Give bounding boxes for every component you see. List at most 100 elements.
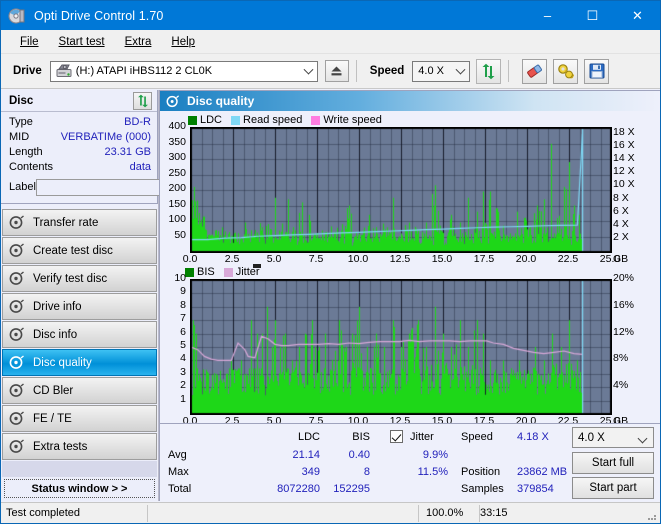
eraser-button[interactable] xyxy=(522,58,548,84)
sidebar-item-label: Transfer rate xyxy=(33,216,99,229)
toolbar: Drive (H:) ATAPI iHBS112 2 CL0K Speed 4.… xyxy=(1,54,660,89)
x-axis-tick: 10.0 xyxy=(347,253,369,265)
disc-test-icon xyxy=(9,243,26,258)
elapsed-time: 33:15 xyxy=(480,507,508,519)
x-axis-tick: 20.0 xyxy=(515,253,537,265)
y-axis-tick: 10 xyxy=(174,272,186,284)
y-axis-tick: 6 xyxy=(180,325,186,338)
speed-label: Speed xyxy=(369,65,405,77)
progress-percent: 100.0% xyxy=(426,507,464,519)
y-axis-tick: 300 xyxy=(168,151,186,163)
main-panel: Disc quality LDC Read speed Write speed BI… xyxy=(159,90,660,501)
sidebar-item-extra-tests[interactable]: Extra tests xyxy=(2,433,157,460)
stats-avg-jitter: 9.9% xyxy=(422,449,448,461)
y2-axis-tick: 16% xyxy=(613,298,635,311)
sidebar-item-label: Disc info xyxy=(33,328,78,341)
y-axis-tick: 50 xyxy=(174,228,186,241)
start-full-button[interactable]: Start full xyxy=(572,452,654,474)
sidebar-item-disc-quality[interactable]: Disc quality xyxy=(2,349,157,376)
legend-swatch xyxy=(188,115,197,125)
disc-test-icon xyxy=(9,299,26,314)
window-controls: – ☐ ✕ xyxy=(525,1,660,30)
legend-entry: Read speed xyxy=(231,114,302,126)
disc-row-type-key: Type xyxy=(9,116,33,128)
x-axis-tick: 17.5 xyxy=(473,253,495,265)
sidebar-item-drive-info[interactable]: Drive info xyxy=(2,293,157,320)
sidebar-item-transfer-rate[interactable]: Transfer rate xyxy=(2,209,157,236)
x-axis-unit: GB xyxy=(613,253,629,265)
y-axis-tick: 250 xyxy=(168,166,186,179)
refresh-button[interactable] xyxy=(476,58,502,84)
stats-speed-value: 4.18 X xyxy=(517,431,549,443)
speed-value: 4.0 X xyxy=(418,65,444,77)
minimize-button[interactable]: – xyxy=(525,1,570,30)
maximize-button[interactable]: ☐ xyxy=(570,1,615,30)
close-button[interactable]: ✕ xyxy=(615,1,660,30)
y-axis-tick: 1 xyxy=(180,392,186,405)
menu-help[interactable]: Help xyxy=(161,34,205,50)
sidebar-item-label: Drive info xyxy=(33,300,82,313)
test-speed-select[interactable]: 4.0 X xyxy=(572,427,654,448)
stats-position-value: 23862 MB xyxy=(517,466,568,478)
legend-label: Write speed xyxy=(323,114,382,126)
drive-select[interactable]: (H:) ATAPI iHBS112 2 CL0K xyxy=(49,60,318,82)
legend-entry: BIS xyxy=(185,266,215,278)
x-axis-tick: 0.0 xyxy=(182,253,198,265)
disc-row-length: Length 23.31 GB xyxy=(9,145,151,160)
stats-avg-bis: 0.40 xyxy=(348,449,370,461)
status-message: Test completed xyxy=(6,507,80,519)
sidebar-item-label: FE / TE xyxy=(33,412,72,425)
sidebar-item-label: CD Bler xyxy=(33,384,74,397)
sidebar-item-disc-info[interactable]: Disc info xyxy=(2,321,157,348)
disc-row-length-key: Length xyxy=(9,146,43,158)
disc-test-icon xyxy=(9,383,26,398)
key-button[interactable] xyxy=(553,58,579,84)
disc-refresh-button[interactable] xyxy=(133,92,152,110)
legend-label: LDC xyxy=(200,114,223,126)
disc-test-icon xyxy=(166,94,180,108)
start-part-button[interactable]: Start part xyxy=(572,477,654,499)
x-axis-tick: 22.5 xyxy=(557,253,579,265)
menu-start-test[interactable]: Start test xyxy=(49,34,115,50)
menu-file-label: File xyxy=(20,35,39,48)
y-axis-tick: 5 xyxy=(180,339,186,351)
stats-total-bis: 152295 xyxy=(333,483,370,495)
menu-extra[interactable]: Extra xyxy=(115,34,162,50)
disc-label-key: Label xyxy=(9,181,36,193)
sidebar-item-fe-te[interactable]: FE / TE xyxy=(2,405,157,432)
y2-axis-tick: 18 X xyxy=(613,125,635,138)
jitter-checkbox[interactable] xyxy=(390,430,403,443)
eject-button[interactable] xyxy=(324,60,349,82)
chart-top-legend: LDC Read speed Write speed xyxy=(188,114,387,126)
main-header: Disc quality xyxy=(160,91,660,111)
stats-speed-label: Speed xyxy=(461,431,493,443)
disc-properties: Type BD-R MID VERBATIMe (000) Length 23.… xyxy=(1,112,239,203)
sidebar-item-create-test-disc[interactable]: Create test disc xyxy=(2,237,157,264)
stats-avg-ldc: 21.14 xyxy=(292,449,320,461)
y2-axis-tick: 16 X xyxy=(613,139,635,152)
sidebar-item-label: Create test disc xyxy=(33,244,113,257)
save-button[interactable] xyxy=(584,58,610,84)
sidebar-spacer xyxy=(2,461,157,477)
stats-col-jitter: Jitter xyxy=(410,431,434,443)
app-window: Opti Drive Control 1.70 – ☐ ✕ File Start… xyxy=(0,0,661,524)
sidebar-item-verify-test-disc[interactable]: Verify test disc xyxy=(2,265,157,292)
charts-container: LDC Read speed Write speed BIS Jitter 50 100… xyxy=(160,111,660,427)
resize-grip-icon[interactable] xyxy=(646,510,658,522)
disc-row-contents-value: data xyxy=(129,161,151,173)
disc-row-mid-value: VERBATIMe (000) xyxy=(60,131,151,143)
legend-swatch xyxy=(223,267,233,277)
speed-select[interactable]: 4.0 X xyxy=(412,60,471,82)
sidebar: Disc Type BD-R MID VERBATIMe (000) Lengt… xyxy=(1,90,239,501)
disc-row-mid: MID VERBATIMe (000) xyxy=(9,130,151,145)
status-window-button[interactable]: Status window > > xyxy=(4,479,155,498)
disc-row-type: Type BD-R xyxy=(9,115,151,130)
sidebar-item-cd-bler[interactable]: CD Bler xyxy=(2,377,157,404)
legend-entry: LDC xyxy=(188,114,222,126)
menu-help-label: Help xyxy=(171,35,196,48)
disc-row-contents-key: Contents xyxy=(9,161,54,173)
x-axis-tick: 2.5 xyxy=(224,253,240,265)
menubar: File Start test Extra Help xyxy=(1,30,660,54)
menu-file[interactable]: File xyxy=(10,34,49,50)
y2-axis-tick: 4% xyxy=(613,379,629,392)
